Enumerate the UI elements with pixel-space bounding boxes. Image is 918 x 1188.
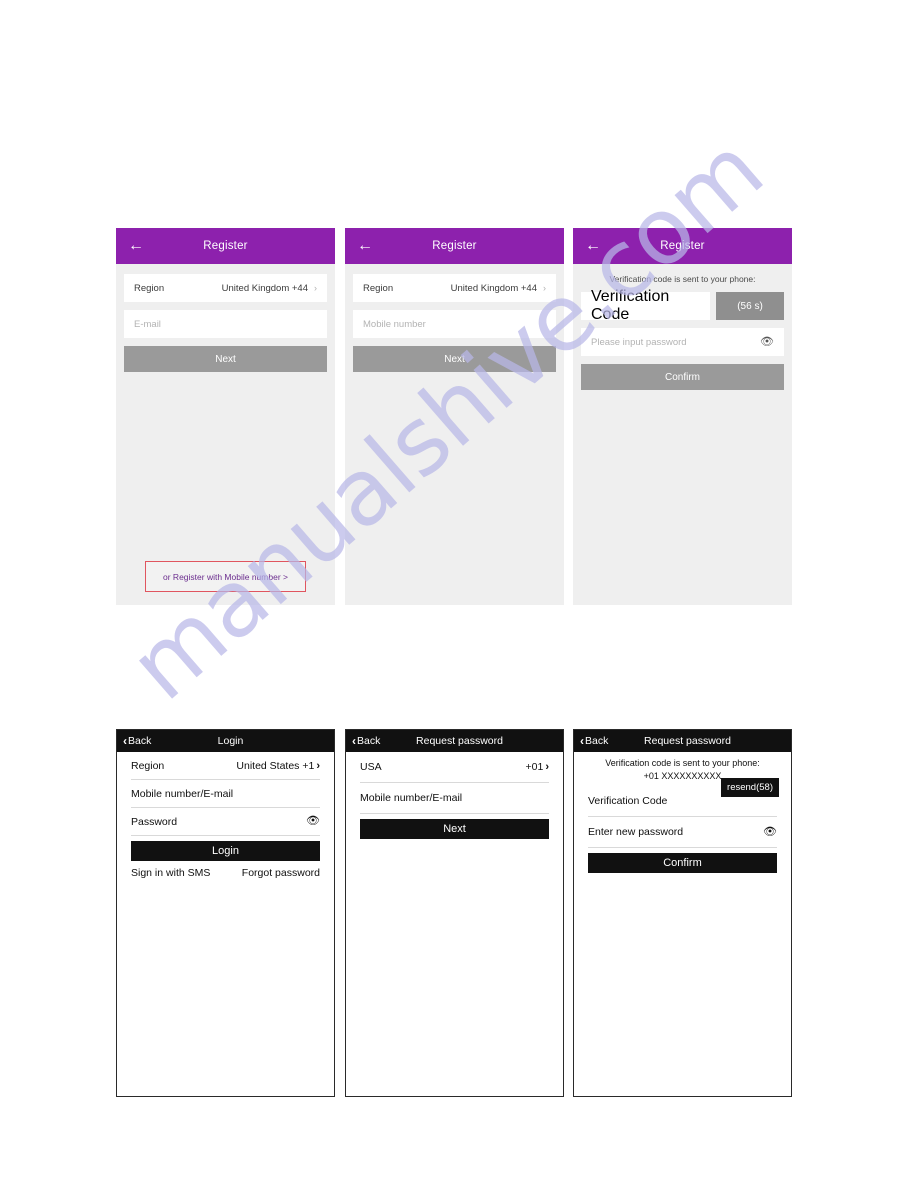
login-region-row[interactable]: Region United States +1 ›: [131, 752, 320, 779]
verification-code-input[interactable]: Verification Code: [581, 288, 710, 323]
register-mobile-region-row[interactable]: Region United Kingdom +44 ›: [353, 274, 556, 302]
region-label: USA: [360, 761, 382, 773]
register-email-title: Register: [203, 240, 248, 252]
register-password-input[interactable]: Please input password 👁: [581, 328, 784, 356]
register-mobile-next-button[interactable]: Next: [353, 346, 556, 372]
forgot-password-link[interactable]: Forgot password: [242, 867, 320, 879]
arrow-left-icon[interactable]: ←: [585, 238, 601, 254]
chevron-left-icon: ‹: [580, 734, 584, 748]
request-password-account-input[interactable]: Mobile number/E-mail: [360, 783, 549, 813]
new-password-label: Enter new password: [588, 826, 684, 839]
new-password-input[interactable]: Enter new password 👁: [588, 817, 777, 847]
region-value: United Kingdom +44: [450, 282, 537, 294]
verification-timer-button[interactable]: (56 s): [716, 292, 784, 320]
request-password-verify-body: Verification code is sent to your phone:…: [574, 752, 791, 874]
verification-code-placeholder: Verification Code: [591, 288, 670, 323]
email-input[interactable]: E-mail: [124, 310, 327, 338]
eye-icon[interactable]: 👁: [763, 826, 777, 838]
register-email-header: ← Register: [116, 228, 335, 264]
request-password-account-label: Mobile number/E-mail: [360, 792, 463, 804]
chevron-right-icon: ›: [543, 283, 546, 293]
chevron-left-icon: ‹: [352, 734, 356, 748]
register-with-mobile-link[interactable]: or Register with Mobile number >: [145, 561, 306, 592]
arrow-left-icon[interactable]: ←: [357, 238, 373, 254]
login-account-input[interactable]: Mobile number/E-mail: [131, 780, 320, 807]
mobile-number-placeholder: Mobile number: [363, 318, 426, 330]
screen-request-password-verify: ‹ Back Request password Verification cod…: [573, 729, 792, 1097]
eye-icon[interactable]: 👁: [760, 336, 774, 348]
request-password-back-label: Back: [357, 735, 381, 747]
login-password-label: Password: [131, 815, 178, 828]
register-verify-body: Verification Code (56 s) Please input pa…: [573, 288, 792, 390]
request-password-confirm-button[interactable]: Confirm: [588, 853, 777, 874]
screen-register-verify: ← Register Verification code is sent to …: [573, 228, 792, 605]
region-label: Region: [131, 759, 165, 772]
verification-code-label: Verification Code: [588, 795, 668, 808]
region-label: Region: [363, 282, 394, 294]
request-password-verify-back-button[interactable]: ‹ Back: [580, 735, 608, 747]
screen-register-email: ← Register Region United Kingdom +44 › E…: [116, 228, 335, 605]
request-password-next-button[interactable]: Next: [360, 819, 549, 839]
login-links-row: Sign in with SMS Forgot password: [131, 861, 320, 879]
eye-icon[interactable]: 👁: [306, 816, 320, 827]
arrow-left-icon[interactable]: ←: [128, 238, 144, 254]
request-password-header: ‹ Back Request password: [346, 730, 563, 752]
region-value: United Kingdom +44: [221, 282, 308, 294]
chevron-left-icon: ‹: [123, 734, 127, 748]
register-email-region-row[interactable]: Region United Kingdom +44 ›: [124, 274, 327, 302]
login-header: ‹ Back Login: [117, 730, 334, 752]
login-body: Region United States +1 › Mobile number/…: [117, 752, 334, 879]
verification-code-row: Verification Code (56 s): [581, 288, 784, 323]
request-password-body: USA +01 › Mobile number/E-mail Next: [346, 752, 563, 839]
resend-button[interactable]: resend(58): [721, 778, 779, 798]
chevron-right-icon: ›: [314, 283, 317, 293]
register-mobile-title: Register: [432, 240, 477, 252]
register-email-next-button[interactable]: Next: [124, 346, 327, 372]
register-verify-title: Register: [660, 240, 705, 252]
email-placeholder: E-mail: [134, 318, 161, 330]
login-password-input[interactable]: Password 👁: [131, 808, 320, 835]
register-email-body: Region United Kingdom +44 › E-mail Next: [116, 264, 335, 372]
register-confirm-button[interactable]: Confirm: [581, 364, 784, 390]
mobile-number-input[interactable]: Mobile number: [353, 310, 556, 338]
login-back-label: Back: [128, 735, 152, 747]
sign-in-with-sms-link[interactable]: Sign in with SMS: [131, 867, 210, 879]
register-mobile-header: ← Register: [345, 228, 564, 264]
verify-hint-line-1: Verification code is sent to your phone:: [605, 758, 760, 768]
screen-request-password: ‹ Back Request password USA +01 › Mobile…: [345, 729, 564, 1097]
chevron-right-icon: ›: [316, 759, 320, 772]
divider: [588, 847, 777, 849]
register-mobile-body: Region United Kingdom +44 › Mobile numbe…: [345, 264, 564, 372]
login-account-label: Mobile number/E-mail: [131, 787, 234, 800]
region-label: Region: [134, 282, 165, 294]
login-back-button[interactable]: ‹ Back: [123, 735, 151, 747]
request-password-verify-back-label: Back: [585, 735, 609, 747]
divider: [131, 835, 320, 836]
region-value: +01: [525, 761, 544, 773]
screen-register-mobile: ← Register Region United Kingdom +44 › M…: [345, 228, 564, 605]
request-password-verify-header: ‹ Back Request password: [574, 730, 791, 752]
region-value: United States +1: [236, 759, 315, 772]
login-button[interactable]: Login: [131, 841, 320, 861]
register-verify-header: ← Register: [573, 228, 792, 264]
register-password-placeholder: Please input password: [591, 336, 687, 348]
screen-login: ‹ Back Login Region United States +1 › M…: [116, 729, 335, 1097]
verify-code-row[interactable]: Verification Code resend(58): [588, 778, 779, 816]
request-password-back-button[interactable]: ‹ Back: [352, 735, 380, 747]
request-password-region-row[interactable]: USA +01 ›: [360, 752, 549, 782]
divider: [360, 813, 549, 814]
register-with-mobile-label: or Register with Mobile number >: [163, 571, 288, 582]
chevron-right-icon: ›: [545, 761, 549, 773]
